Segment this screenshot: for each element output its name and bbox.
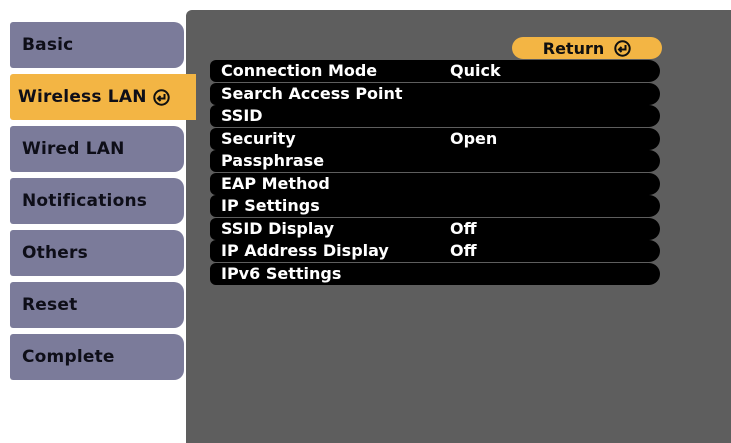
setting-security[interactable]: Security Open [210,127,660,150]
sidebar-item-wireless-lan[interactable]: Wireless LAN [10,74,196,120]
setting-passphrase[interactable]: Passphrase [210,150,660,172]
setting-eap-method[interactable]: EAP Method [210,172,660,195]
sidebar-item-label: Complete [22,347,115,367]
setting-ssid[interactable]: SSID [210,105,660,127]
setting-ipv6-settings[interactable]: IPv6 Settings [210,262,660,285]
return-label: Return [542,38,605,58]
setting-label: Search Access Point [221,83,403,103]
setting-label: Connection Mode [221,61,378,80]
return-button[interactable]: Return [512,37,662,59]
sidebar-item-complete[interactable]: Complete [10,334,184,380]
setting-label: IP Address Display [221,241,389,260]
sidebar-item-label: Basic [22,35,74,55]
setting-label: IP Settings [221,196,320,215]
sidebar-item-label: Reset [22,295,78,315]
sidebar-item-basic[interactable]: Basic [10,22,184,68]
enter-icon [614,39,631,57]
setting-value: Open [450,128,498,148]
setting-label: Security [221,128,296,148]
sidebar-item-label: Notifications [22,191,148,211]
setting-connection-mode[interactable]: Connection Mode Quick [210,60,660,82]
sidebar-item-label: Wireless LAN [18,87,147,107]
sidebar-item-wired-lan[interactable]: Wired LAN [10,126,184,172]
setting-value: Off [450,241,477,260]
sidebar-item-others[interactable]: Others [10,230,184,276]
setting-ip-settings[interactable]: IP Settings [210,195,660,217]
setting-ip-address-display[interactable]: IP Address Display Off [210,240,660,262]
settings-list: Connection Mode Quick Search Access Poin… [210,60,660,285]
setting-label: IPv6 Settings [221,263,342,283]
sidebar-item-label: Wired LAN [22,139,125,159]
setting-search-access-point[interactable]: Search Access Point [210,82,660,105]
setting-label: Passphrase [221,151,325,170]
setting-value: Quick [450,61,501,80]
setting-label: SSID [221,106,263,125]
sidebar-item-label: Others [22,243,88,263]
enter-icon [152,88,170,106]
setting-label: SSID Display [221,218,335,238]
setting-label: EAP Method [221,173,330,193]
sidebar-item-notifications[interactable]: Notifications [10,178,184,224]
sidebar-item-reset[interactable]: Reset [10,282,184,328]
setting-value: Off [450,218,477,238]
setting-ssid-display[interactable]: SSID Display Off [210,217,660,240]
